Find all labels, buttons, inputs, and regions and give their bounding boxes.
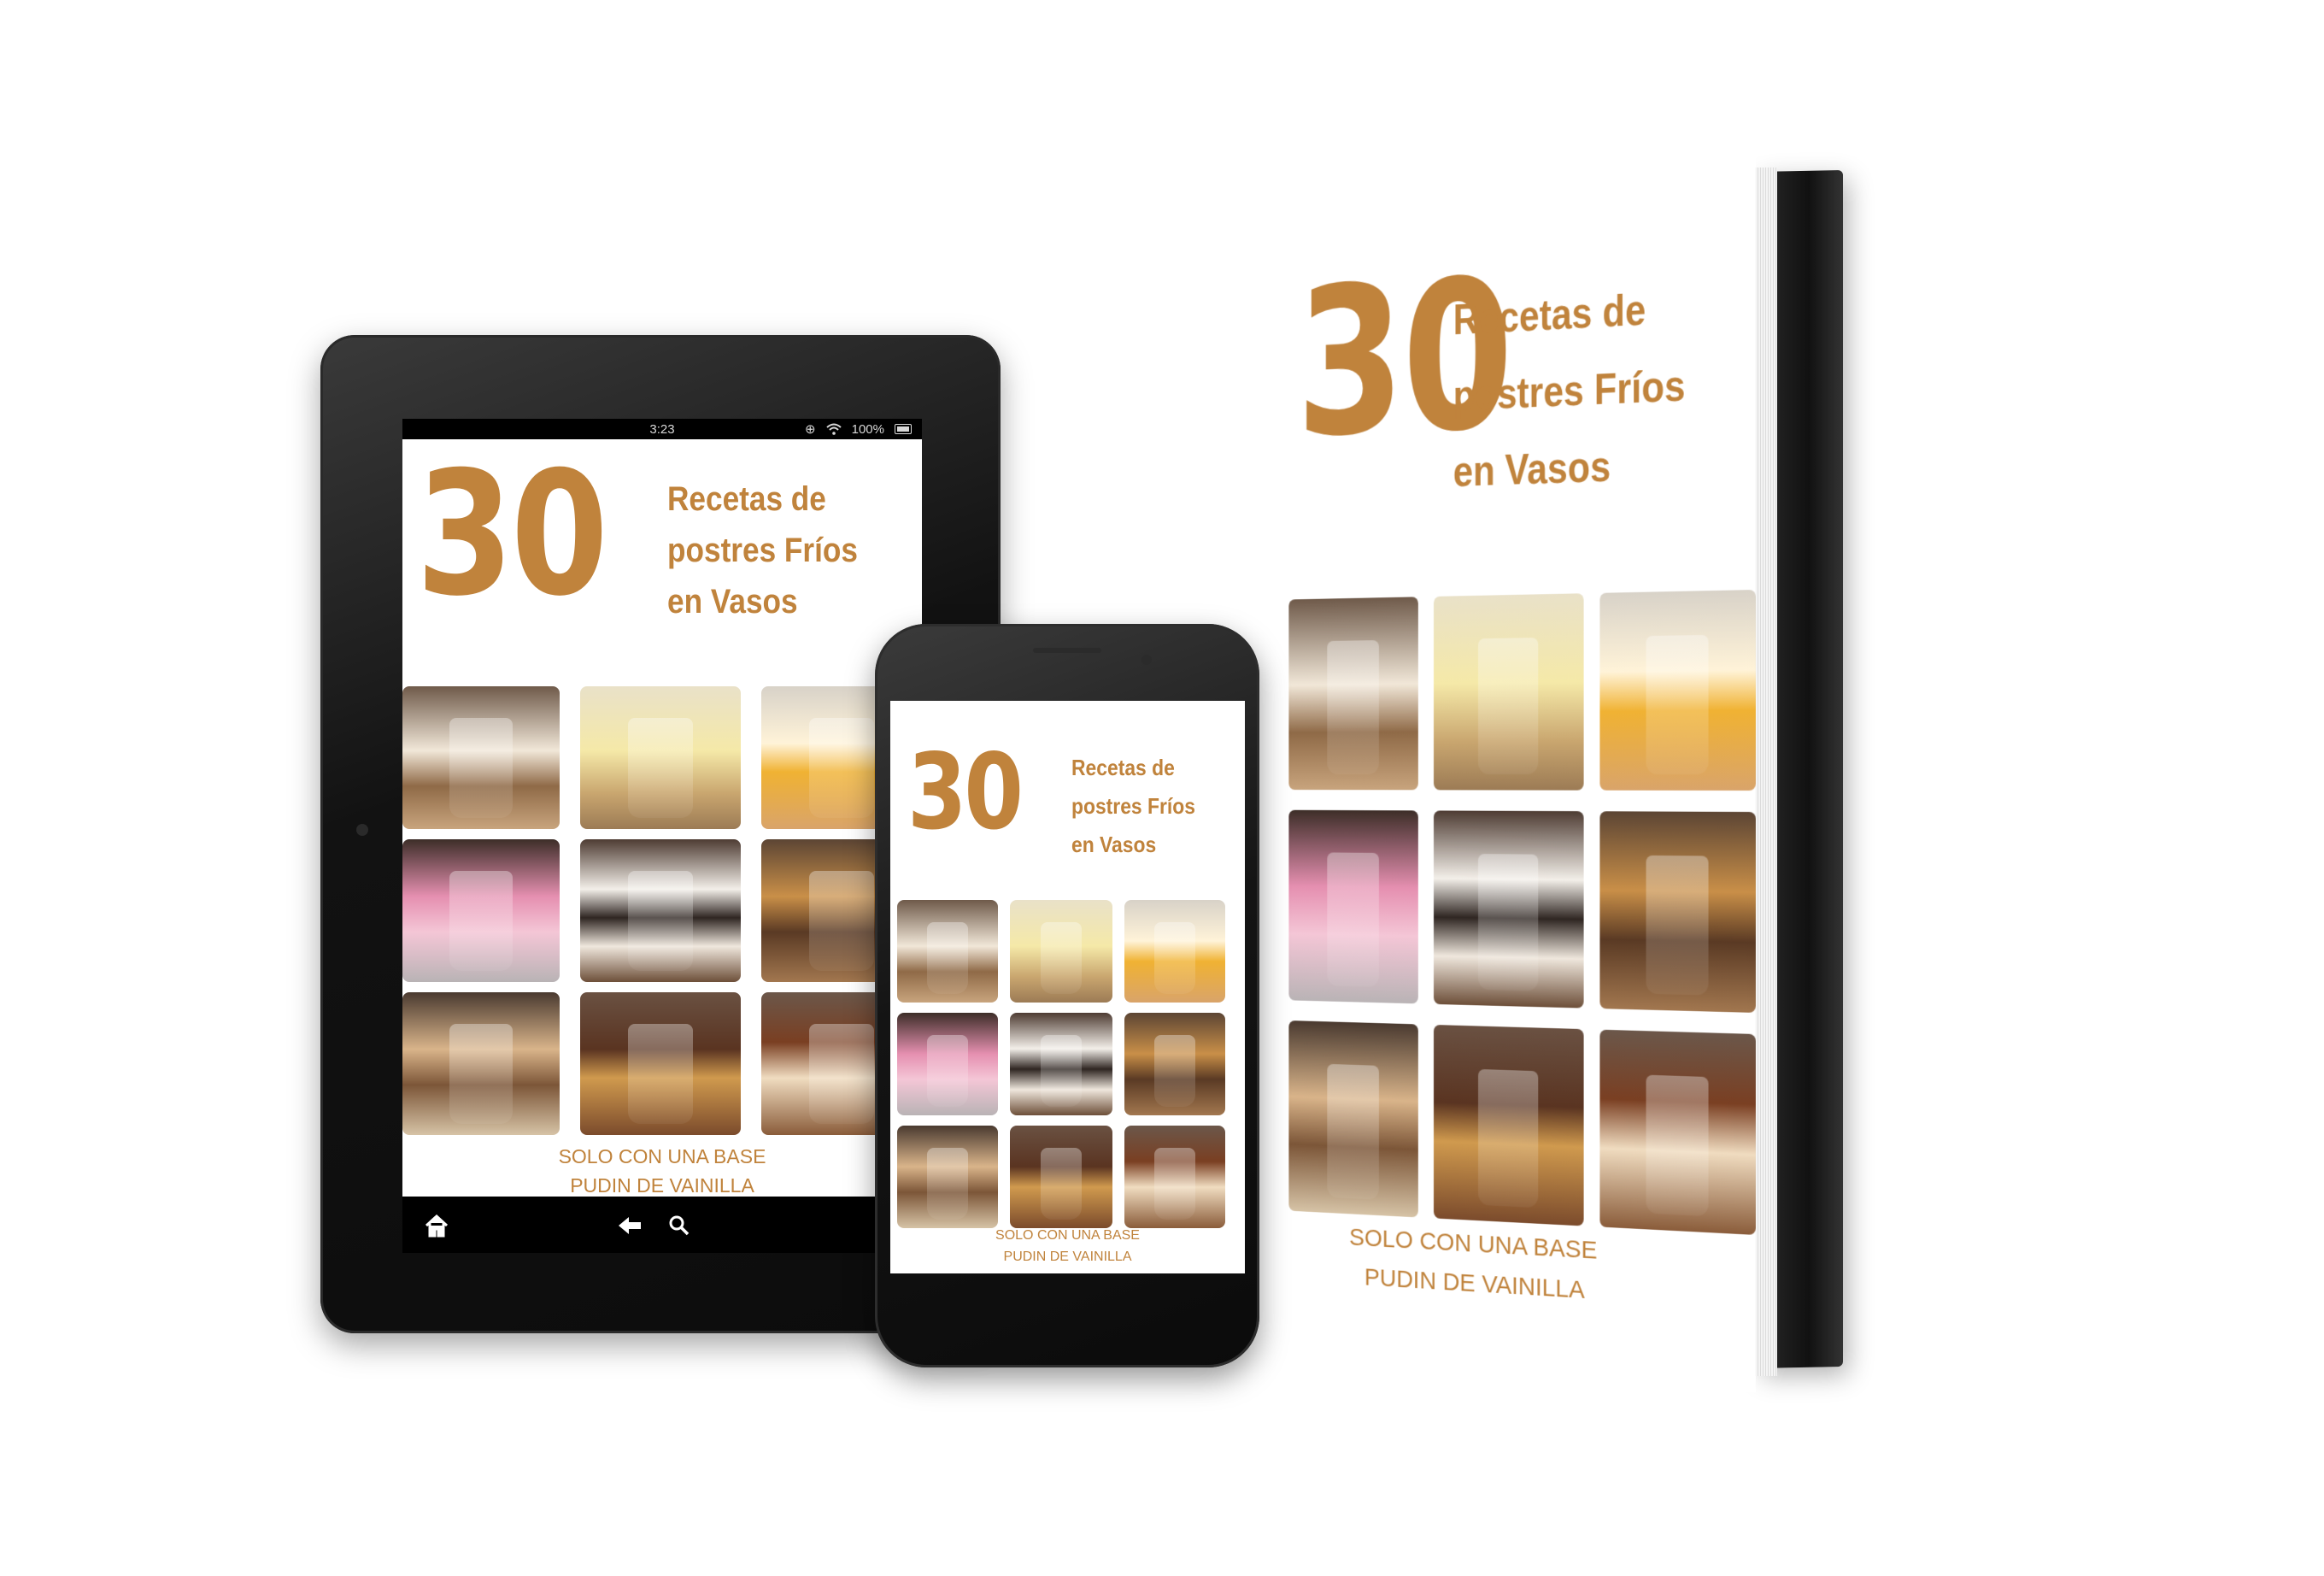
title-line-2: postres Fríos [667,532,858,569]
dessert-photo [402,839,560,982]
subtitle-line-1: SOLO CON UNA BASE [558,1145,766,1167]
back-button[interactable] [614,1210,645,1241]
phone-camera [1141,655,1152,665]
dessert-photo [1434,593,1584,790]
sync-icon: ⊕ [805,422,816,437]
dessert-photo [897,1013,998,1115]
book-cover: 30 Recetas de postres Fríos en Vasos SOL… [1288,158,1756,1393]
dessert-photo [897,900,998,1003]
dessert-photo [1288,597,1417,790]
cover-subtitle: SOLO CON UNA BASE PUDIN DE VAINILLA [402,1142,922,1197]
dessert-photo [1434,1025,1584,1226]
dessert-photo-grid [1288,590,1756,1235]
cover-title: Recetas de postres Fríos en Vasos [667,473,858,627]
search-button[interactable] [664,1210,695,1241]
dessert-photo [1010,1126,1112,1228]
cover-title: Recetas de postres Fríos en Vasos [1071,749,1195,864]
dessert-photo [580,839,741,982]
book-page-tablet: 30 Recetas de postres Fríos en Vasos SOL… [402,439,922,1197]
dessert-photo [402,992,560,1135]
tablet-screen: 3:23 ⊕ 100% 30 Recetas de postres Fríos … [402,419,922,1253]
dessert-photo-grid [897,900,1239,1228]
dessert-photo [1599,811,1756,1013]
dessert-photo [1010,1013,1112,1115]
title-line-1: Recetas de [1452,285,1646,344]
dessert-photo [1599,1030,1756,1235]
battery-icon [895,424,912,434]
dessert-photo [580,992,741,1135]
dessert-photo [1124,1126,1225,1228]
cover-number: 30 [907,732,1024,853]
subtitle-line-2: PUDIN DE VAINILLA [570,1174,754,1197]
title-line-1: Recetas de [667,480,826,518]
title-line-2: postres Fríos [1452,361,1686,420]
title-line-1: Recetas de [1071,755,1175,780]
battery-percent: 100% [851,421,884,437]
dessert-photo [1599,590,1756,791]
tablet-camera [356,824,368,836]
phone-speaker [1033,648,1101,653]
dessert-photo [897,1126,998,1228]
status-icons: ⊕ 100% [805,421,912,437]
cover-number: 30 [416,439,608,634]
status-bar: 3:23 ⊕ 100% [402,419,922,439]
title-line-3: en Vasos [1452,442,1611,497]
search-icon [669,1215,690,1236]
dessert-photo [1124,1013,1225,1115]
title-line-2: postres Fríos [1071,793,1195,819]
dessert-photo [1434,810,1584,1008]
dessert-photo [1288,1020,1417,1217]
dessert-photo [1288,810,1417,1004]
subtitle-line-2: PUDIN DE VAINILLA [1003,1250,1132,1264]
dessert-photo-grid [402,686,922,1135]
phone-device: 30 Recetas de postres Fríos en Vasos SOL… [875,624,1259,1367]
dessert-photo [580,686,741,829]
phone-screen: 30 Recetas de postres Fríos en Vasos SOL… [890,701,1245,1273]
navigation-bar [402,1197,922,1253]
subtitle-line-1: SOLO CON UNA BASE [995,1228,1140,1243]
wifi-icon [825,423,842,435]
title-line-3: en Vasos [667,583,798,620]
dessert-photo [1010,900,1112,1003]
dessert-photo [402,686,560,829]
home-icon [425,1214,449,1238]
home-button[interactable] [421,1210,452,1241]
dessert-photo [1124,900,1225,1003]
title-line-3: en Vasos [1071,832,1157,857]
back-arrow-icon [619,1217,641,1234]
cover-title: Recetas de postres Fríos en Vasos [1453,269,1686,510]
cover-subtitle: SOLO CON UNA BASE PUDIN DE VAINILLA [890,1225,1245,1267]
